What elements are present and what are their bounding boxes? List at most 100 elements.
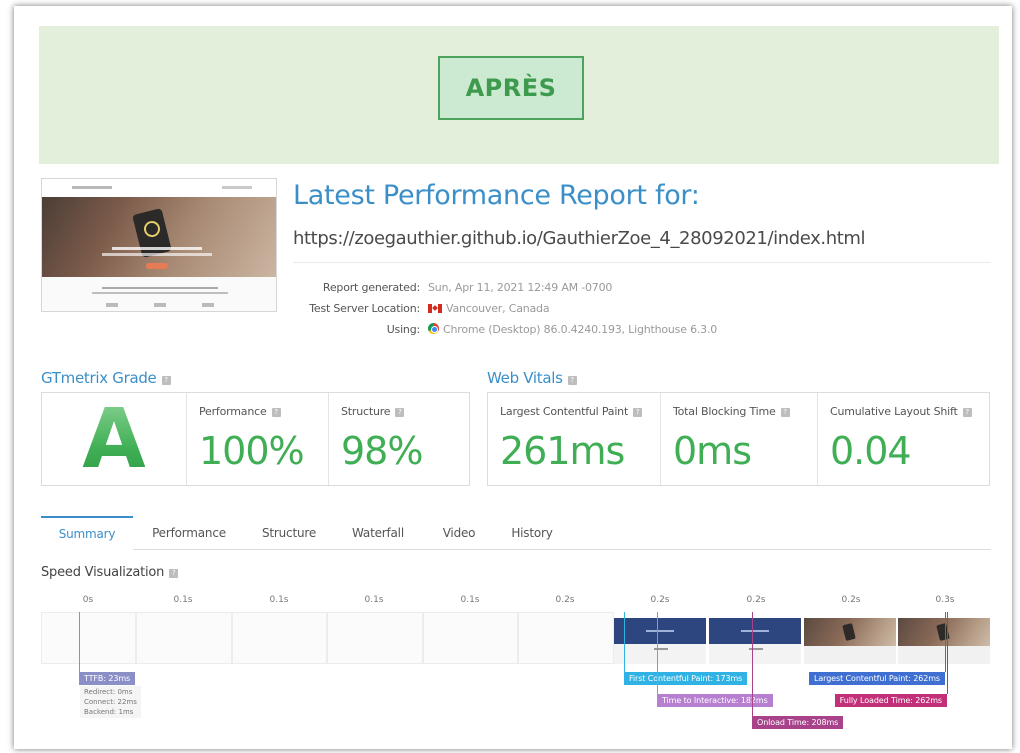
help-icon[interactable]: ? xyxy=(161,376,171,385)
time-label: 0.2s xyxy=(555,595,575,605)
tbt-metric: Total Blocking Time? 0ms xyxy=(660,393,817,485)
meta-key: Test Server Location: xyxy=(309,302,420,315)
chrome-icon xyxy=(428,323,439,334)
speed-visualization-label: Speed Visualization xyxy=(41,565,165,580)
meta-key: Report generated: xyxy=(322,281,420,294)
meta-value-wrap: Chrome (Desktop) 86.0.4240.193, Lighthou… xyxy=(428,323,717,336)
filmstrip xyxy=(41,612,990,664)
cls-value: 0.04 xyxy=(830,429,912,473)
help-icon[interactable]: ? xyxy=(780,408,790,417)
meta-report-generated: Report generated: Sun, Apr 11, 2021 12:4… xyxy=(280,281,880,299)
structure-label-wrap: Structure? xyxy=(341,405,405,418)
time-label: 0.2s xyxy=(650,595,670,605)
gtmetrix-grade-box: A Performance? 100% Structure? 98% xyxy=(41,391,470,487)
onload-marker: Onload Time: 208ms xyxy=(752,716,844,729)
meta-value: Chrome (Desktop) 86.0.4240.193, Lighthou… xyxy=(443,323,718,336)
lcp-value: 261ms xyxy=(500,429,625,473)
ttfb-details: Redirect: 0ms Connect: 22ms Backend: 1ms xyxy=(80,686,141,718)
help-icon[interactable]: ? xyxy=(169,569,179,578)
onload-line xyxy=(752,612,753,716)
tab-structure[interactable]: Structure xyxy=(245,516,333,550)
ttfb-redirect: Redirect: 0ms xyxy=(84,688,133,696)
report-url[interactable]: https://zoegauthier.github.io/GauthierZo… xyxy=(293,228,866,249)
structure-label: Structure xyxy=(341,405,391,418)
lcp-line xyxy=(945,612,946,672)
filmstrip-frame[interactable] xyxy=(41,612,136,664)
cls-label-wrap: Cumulative Layout Shift? xyxy=(830,405,972,418)
tab-history[interactable]: History xyxy=(495,516,569,550)
structure-metric: Structure? 98% xyxy=(328,393,469,485)
help-icon[interactable]: ? xyxy=(395,408,405,417)
time-label: 0.2s xyxy=(841,595,861,605)
fcp-line xyxy=(624,612,625,672)
report-tabs: Summary Performance Structure Waterfall … xyxy=(41,516,991,550)
fcp-marker: First Contentful Paint: 173ms xyxy=(624,672,748,685)
speed-visualization-title: Speed Visualization? xyxy=(41,565,179,580)
filmstrip-frame[interactable] xyxy=(232,612,327,664)
tti-marker: Time to Interactive: 182ms xyxy=(657,694,773,707)
time-label: 0.1s xyxy=(269,595,289,605)
lcp-label: Largest Contentful Paint xyxy=(500,405,629,418)
web-vitals-title: Web Vitals? xyxy=(487,369,577,387)
filmstrip-frame-screenshot[interactable] xyxy=(898,618,990,664)
filmstrip-frame[interactable] xyxy=(518,612,614,664)
meta-key: Using: xyxy=(386,323,421,336)
time-label: 0s xyxy=(82,595,94,605)
performance-metric: Performance? 100% xyxy=(186,393,328,485)
tab-performance[interactable]: Performance xyxy=(133,516,245,550)
lcp-metric: Largest Contentful Paint? 261ms xyxy=(488,393,660,485)
help-icon[interactable]: ? xyxy=(633,408,643,417)
filmstrip-frame-screenshot[interactable] xyxy=(804,618,896,664)
help-icon[interactable]: ? xyxy=(271,408,281,417)
tbt-value: 0ms xyxy=(673,429,752,473)
meta-value: Vancouver, Canada xyxy=(446,302,550,315)
meta-value: Sun, Apr 11, 2021 12:49 AM -0700 xyxy=(428,281,613,294)
filmstrip-frame[interactable] xyxy=(327,612,423,664)
after-label: APRÈS xyxy=(438,56,584,120)
performance-label-wrap: Performance? xyxy=(199,405,281,418)
grade-letter: A xyxy=(82,391,146,487)
tab-waterfall[interactable]: Waterfall xyxy=(333,516,423,550)
tab-video[interactable]: Video xyxy=(423,516,495,550)
lcp-label-wrap: Largest Contentful Paint? xyxy=(500,405,643,418)
time-label: 0.1s xyxy=(460,595,480,605)
tbt-label-wrap: Total Blocking Time? xyxy=(673,405,790,418)
filmstrip-frame[interactable] xyxy=(423,612,518,664)
page-screenshot-thumbnail[interactable] xyxy=(41,178,277,312)
structure-value: 98% xyxy=(341,429,423,473)
tab-summary[interactable]: Summary xyxy=(41,516,133,550)
meta-test-server-location: Test Server Location: Vancouver, Canada xyxy=(280,302,880,320)
help-icon[interactable]: ? xyxy=(567,376,577,385)
canada-flag-icon xyxy=(428,304,442,313)
grade-letter-cell: A xyxy=(42,391,186,487)
ttfb-marker: TTFB: 23ms xyxy=(79,672,136,685)
tti-line xyxy=(657,612,658,694)
cls-label: Cumulative Layout Shift xyxy=(830,405,958,418)
web-vitals-label: Web Vitals xyxy=(487,369,563,387)
meta-using: Using: Chrome (Desktop) 86.0.4240.193, L… xyxy=(280,323,880,341)
performance-value: 100% xyxy=(199,429,305,473)
filmstrip-frame[interactable] xyxy=(136,612,232,664)
ttfb-line xyxy=(79,612,80,672)
time-label: 0.3s xyxy=(935,595,955,605)
lcp-marker: Largest Contentful Paint: 262ms xyxy=(809,672,945,685)
gtmetrix-grade-title: GTmetrix Grade? xyxy=(41,369,171,387)
divider xyxy=(293,262,991,263)
filmstrip-frame-screenshot[interactable] xyxy=(709,618,801,664)
time-label: 0.1s xyxy=(364,595,384,605)
ttfb-backend: Backend: 1ms xyxy=(84,708,134,716)
performance-label: Performance xyxy=(199,405,267,418)
cls-metric: Cumulative Layout Shift? 0.04 xyxy=(817,393,989,485)
web-vitals-box: Largest Contentful Paint? 261ms Total Bl… xyxy=(487,392,990,486)
thumbnail-hero xyxy=(42,197,276,277)
thumbnail-nav xyxy=(42,179,276,197)
tbt-label: Total Blocking Time xyxy=(673,405,776,418)
time-label: 0.2s xyxy=(746,595,766,605)
fully-loaded-marker: Fully Loaded Time: 262ms xyxy=(834,694,947,707)
ttfb-connect: Connect: 22ms xyxy=(84,698,137,706)
gtmetrix-grade-label: GTmetrix Grade xyxy=(41,369,157,387)
report-title: Latest Performance Report for: xyxy=(293,180,700,211)
filmstrip-frame-screenshot[interactable] xyxy=(614,618,706,664)
fully-loaded-line xyxy=(947,612,948,694)
help-icon[interactable]: ? xyxy=(962,408,972,417)
